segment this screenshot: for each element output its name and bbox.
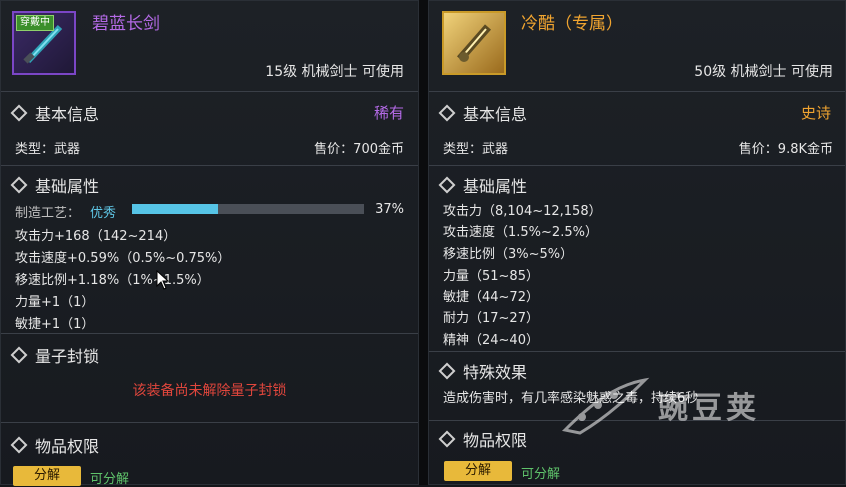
diamond-icon: [438, 176, 456, 194]
decompose-button[interactable]: 分解: [13, 466, 81, 486]
attributes-label: 基础属性: [463, 177, 528, 196]
compare-item-panel: 冷酷（专属） 50级 机械剑士 可使用 基本信息 史诗 类型：武器 售价：9.8…: [428, 0, 846, 485]
attribute-line: 敏捷+1（1）: [15, 317, 95, 332]
equipped-badge: 穿戴中: [16, 15, 54, 31]
divider: [1, 91, 418, 92]
panel-gap: [418, 0, 428, 485]
attribute-line: 敏捷（44~72）: [443, 290, 539, 305]
basic-info-label: 基本信息: [35, 105, 100, 124]
decompose-note: 可分解: [521, 467, 561, 482]
item-requirement: 15级 机械剑士 可使用: [265, 64, 404, 80]
attribute-line: 攻击力+168（142~214）: [15, 229, 177, 244]
attributes-header: 基础属性: [10, 173, 100, 197]
equipped-item-panel: 穿戴中 碧蓝长剑 15级 机械剑士 可使用 基本信息 稀有 类型：武器 售价：7…: [0, 0, 419, 487]
craft-quality: 优秀: [90, 206, 117, 221]
basic-info-header: 基本信息: [10, 101, 100, 125]
item-name: 碧蓝长剑: [92, 14, 160, 34]
attribute-line: 攻击力（8,104~12,158）: [443, 204, 602, 219]
item-icon-frame[interactable]: 穿戴中: [12, 11, 76, 75]
special-effect-label: 特殊效果: [463, 363, 528, 382]
decompose-note: 可分解: [90, 472, 130, 487]
diamond-icon: [10, 436, 28, 454]
permissions-header: 物品权限: [10, 433, 100, 457]
rarity-label: 史诗: [800, 104, 831, 122]
attribute-line: 移速比例+1.18%（1%~1.5%）: [15, 273, 210, 288]
quantum-lock-header: 量子封锁: [10, 343, 100, 367]
special-effect-text: 造成伤害时，有几率感染魅惑之毒，持续6秒: [443, 391, 699, 406]
item-price: 售价：700金币: [314, 142, 404, 157]
diamond-icon: [438, 362, 456, 380]
diamond-icon: [438, 430, 456, 448]
attribute-line: 精神（24~40）: [443, 333, 539, 348]
craft-progress-bar: [132, 204, 364, 214]
item-type: 类型：武器: [443, 142, 509, 157]
divider: [1, 422, 418, 423]
item-type: 类型：武器: [15, 142, 81, 157]
quantum-lock-message: 该装备尚未解除量子封锁: [132, 383, 287, 399]
golden-sword-icon: [456, 24, 492, 62]
cursor-icon: [156, 270, 170, 290]
attribute-line: 攻击速度+0.59%（0.5%~0.75%）: [15, 251, 231, 266]
permissions-label: 物品权限: [463, 431, 528, 450]
special-effect-header: 特殊效果: [438, 359, 528, 383]
decompose-button[interactable]: 分解: [444, 461, 512, 481]
attribute-line: 力量（51~85）: [443, 269, 539, 284]
permissions-label: 物品权限: [35, 437, 100, 456]
rarity-label: 稀有: [373, 104, 404, 122]
attribute-line: 耐力（17~27）: [443, 311, 539, 326]
divider: [429, 420, 845, 421]
divider: [1, 165, 418, 166]
basic-info-header: 基本信息: [438, 101, 528, 125]
divider: [429, 91, 845, 92]
item-icon-frame[interactable]: [442, 11, 506, 75]
craft-progress-fill: [132, 204, 218, 214]
quantum-lock-label: 量子封锁: [35, 347, 100, 366]
item-price: 售价：9.8K金币: [738, 142, 833, 157]
attributes-header: 基础属性: [438, 173, 528, 197]
item-name: 冷酷（专属）: [521, 14, 623, 34]
attribute-line: 攻击速度（1.5%~2.5%）: [443, 225, 598, 240]
diamond-icon: [10, 104, 28, 122]
attribute-line: 力量+1（1）: [15, 295, 95, 310]
diamond-icon: [10, 346, 28, 364]
craft-percent: 37%: [375, 202, 404, 217]
divider: [1, 333, 418, 334]
attribute-line: 移速比例（3%~5%）: [443, 247, 574, 262]
item-requirement: 50级 机械剑士 可使用: [694, 64, 833, 80]
diamond-icon: [10, 176, 28, 194]
divider: [429, 351, 845, 352]
diamond-icon: [438, 104, 456, 122]
permissions-header: 物品权限: [438, 427, 528, 451]
attributes-label: 基础属性: [35, 177, 100, 196]
craft-label: 制造工艺：: [15, 206, 81, 221]
divider: [429, 165, 845, 166]
basic-info-label: 基本信息: [463, 105, 528, 124]
